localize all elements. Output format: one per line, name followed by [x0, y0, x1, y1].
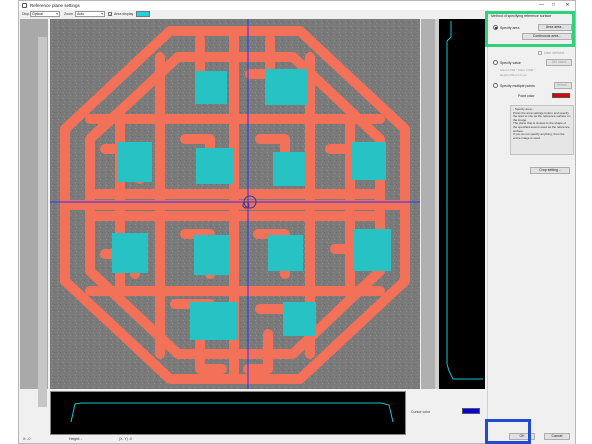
view-toolbar: Disp. Optical Zoom Auto Area display	[19, 10, 489, 18]
right-profile-strip	[421, 19, 435, 389]
area-region	[273, 152, 306, 186]
settings-panel: Method of specifying reference surface S…	[487, 10, 575, 444]
display-select[interactable]: Optical	[30, 11, 60, 17]
surface-image-view[interactable]	[50, 19, 420, 389]
left-strip-inner	[38, 37, 47, 407]
cancel-button[interactable]: Cancel	[544, 433, 570, 440]
select-points-button[interactable]: Select...	[554, 82, 572, 89]
slant-values: Slant 0.000 ° Slant 0.000 °	[500, 68, 536, 72]
status-x: X: -0	[23, 437, 31, 441]
horizontal-profile-graph	[50, 391, 406, 435]
crop-setting-button[interactable]: Crop setting...	[530, 167, 570, 174]
area-display-label: Area display	[114, 12, 134, 16]
area-region	[112, 233, 148, 273]
reference-plane-window: Reference plane settings — □ ✕ Disp. Opt…	[18, 0, 576, 444]
status-xy: (X, Y) -0	[119, 437, 132, 441]
height-offset-value: Height offset 0.0 µm	[500, 73, 527, 77]
vertical-profile-graph	[439, 19, 485, 389]
point-color-label: Point color	[518, 94, 535, 98]
cursor-color-label: Cursor color	[411, 410, 431, 414]
app-icon	[22, 3, 27, 8]
vertical-profile-line	[446, 21, 483, 380]
area-region	[283, 302, 316, 336]
description-line: entire image is used.	[513, 135, 541, 140]
specify-value-radio[interactable]	[493, 60, 498, 65]
horizontal-profile-line	[70, 402, 394, 423]
area-region	[265, 69, 307, 105]
method-highlight-box	[485, 11, 575, 47]
window-title: Reference plane settings	[30, 3, 80, 8]
cursor-color-swatch[interactable]	[462, 408, 480, 414]
area-display-checkbox[interactable]	[108, 12, 112, 17]
set-value-button[interactable]: Set value	[546, 59, 572, 66]
status-bar: X: -0 Height: - (X, Y) -0	[19, 435, 489, 444]
specify-multiple-radio[interactable]	[493, 83, 498, 88]
description-box: - Specify area - Press the area settings…	[510, 105, 574, 155]
area-region	[351, 142, 386, 180]
minimize-icon[interactable]: —	[537, 2, 546, 9]
area-region	[196, 148, 233, 184]
status-height: Height: -	[69, 437, 83, 441]
user-defined-label: User defined	[544, 51, 564, 55]
point-color-swatch[interactable]	[552, 93, 570, 98]
zoom-select[interactable]: Auto	[75, 11, 105, 17]
ok-highlight-box	[485, 419, 531, 444]
maximize-icon[interactable]: □	[549, 2, 558, 9]
title-bar: Reference plane settings — □ ✕	[19, 1, 575, 10]
specify-multiple-label: Specify multiple points	[500, 84, 535, 88]
user-defined-checkbox[interactable]	[538, 51, 542, 55]
zoom-label: Zoom	[64, 12, 73, 16]
area-region	[117, 142, 152, 182]
surface-image[interactable]	[50, 19, 420, 389]
specify-value-label: Specify value	[500, 61, 521, 65]
left-profile-strip	[20, 19, 48, 407]
area-region	[354, 229, 391, 271]
area-region	[190, 302, 238, 340]
close-icon[interactable]: ✕	[563, 2, 572, 9]
display-label: Disp.	[22, 12, 30, 16]
area-region	[268, 235, 303, 271]
area-display-color-swatch[interactable]	[136, 11, 150, 17]
area-region	[194, 235, 229, 275]
area-region	[195, 71, 227, 104]
